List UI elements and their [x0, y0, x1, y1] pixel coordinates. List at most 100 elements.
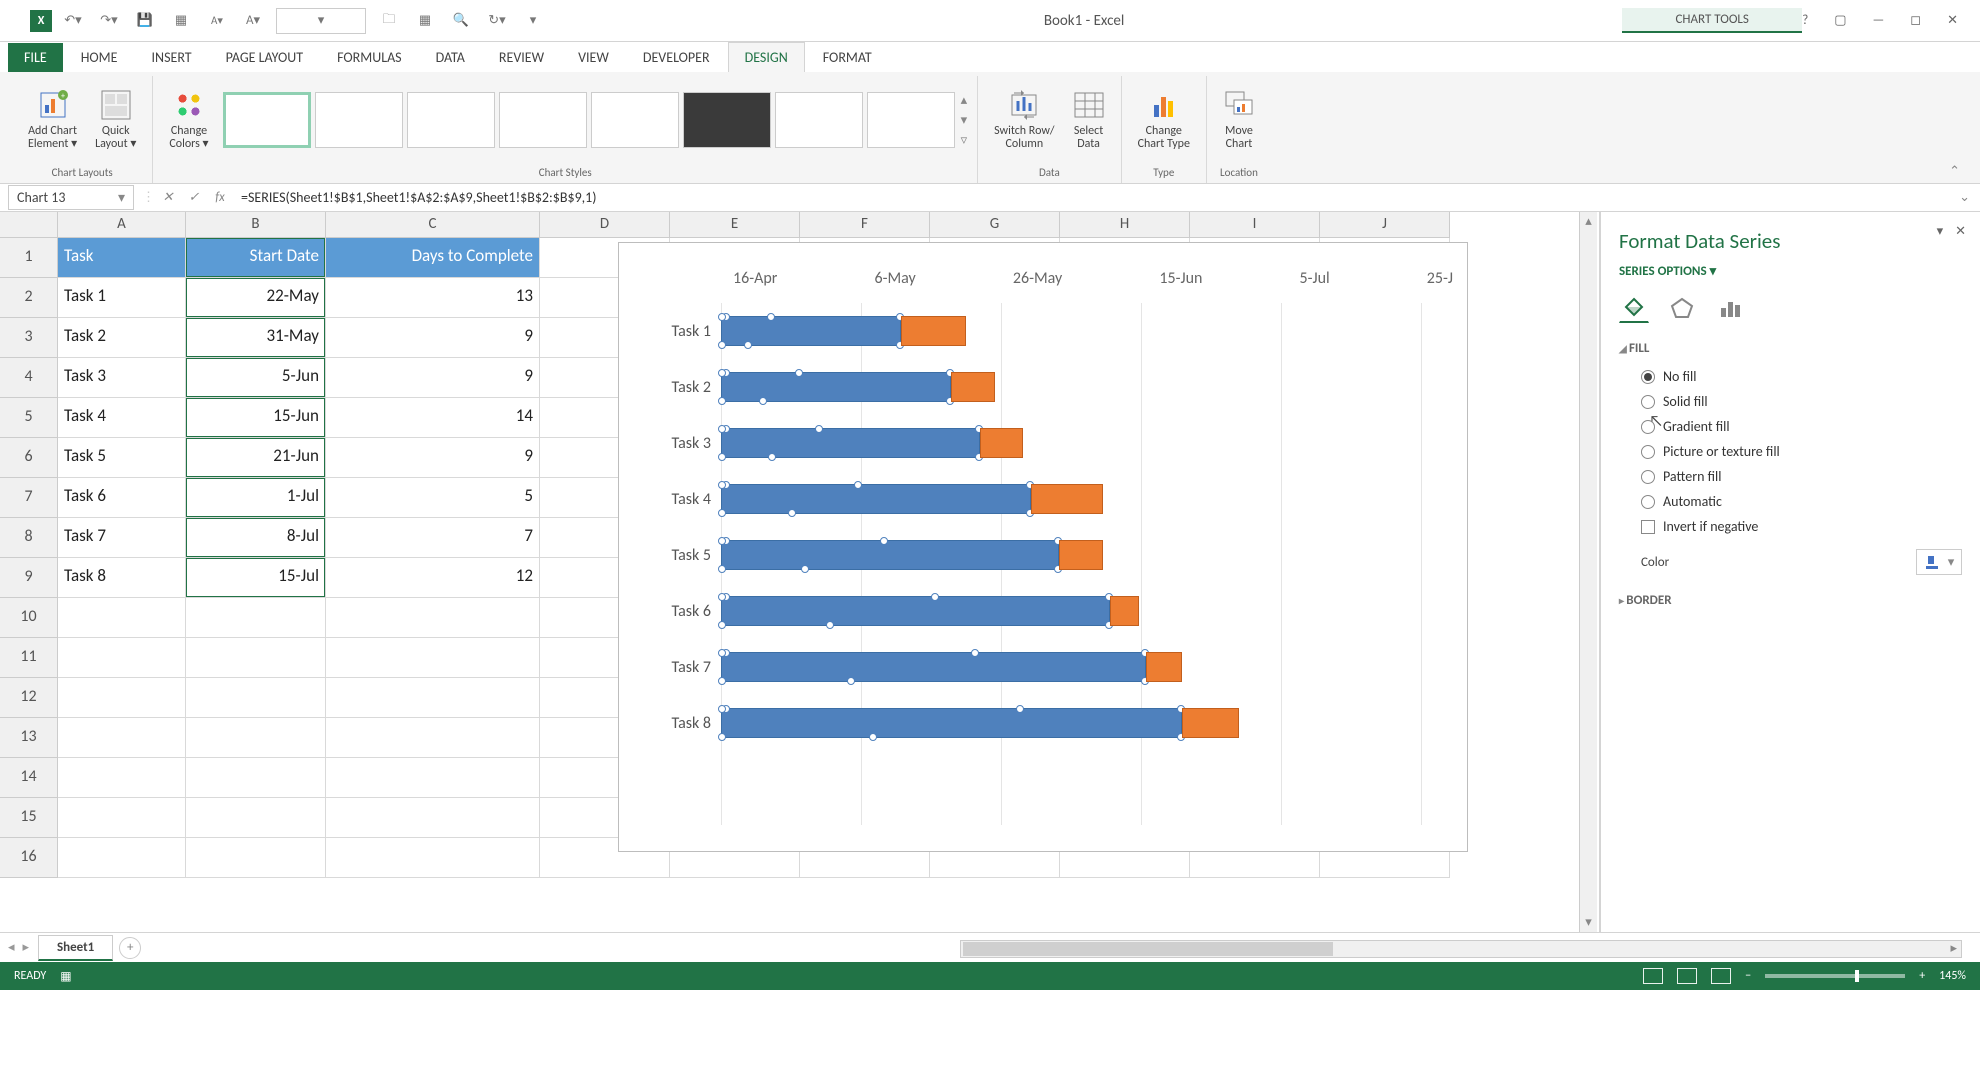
- column-header[interactable]: A: [58, 212, 186, 238]
- column-header[interactable]: D: [540, 212, 670, 238]
- bar-series-duration[interactable]: [1031, 484, 1103, 514]
- bar-series-duration[interactable]: [980, 428, 1023, 458]
- cell[interactable]: 12: [326, 558, 540, 598]
- cell[interactable]: 31-May: [186, 318, 326, 358]
- fill-line-tab-icon[interactable]: [1619, 293, 1649, 323]
- view-page-layout-icon[interactable]: [1677, 968, 1697, 984]
- qat-btn[interactable]: 🔍: [448, 8, 474, 34]
- radio-picture-fill[interactable]: Picture or texture fill: [1619, 439, 1962, 464]
- save-icon[interactable]: 💾: [132, 8, 158, 34]
- radio-gradient-fill[interactable]: Gradient fill: [1619, 414, 1962, 439]
- bar-series-start[interactable]: [721, 316, 901, 346]
- tab-review[interactable]: REVIEW: [483, 43, 560, 72]
- style-scroll-down[interactable]: ▾: [961, 113, 968, 128]
- change-chart-type-button[interactable]: Change Chart Type: [1132, 85, 1196, 155]
- series-options-dropdown[interactable]: SERIES OPTIONS ▾: [1619, 264, 1962, 279]
- cell[interactable]: 8-Jul: [186, 518, 326, 558]
- font-inc-icon[interactable]: A▾: [240, 8, 266, 34]
- radio-automatic-fill[interactable]: Automatic: [1619, 489, 1962, 514]
- row-header[interactable]: 8: [0, 518, 58, 558]
- worksheet-grid[interactable]: ABCDEFGHIJ 1TaskStart DateDays to Comple…: [0, 212, 1600, 932]
- row-header[interactable]: 6: [0, 438, 58, 478]
- change-colors-button[interactable]: Change Colors ▾: [163, 85, 214, 155]
- cell[interactable]: 1-Jul: [186, 478, 326, 518]
- column-header[interactable]: C: [326, 212, 540, 238]
- bar-series-duration[interactable]: [1110, 596, 1139, 626]
- fill-section-header[interactable]: FILL: [1619, 341, 1962, 356]
- cell[interactable]: [186, 718, 326, 758]
- view-page-break-icon[interactable]: [1711, 968, 1731, 984]
- color-picker-button[interactable]: ▾: [1916, 549, 1962, 575]
- bar-series-duration[interactable]: [901, 316, 966, 346]
- cell[interactable]: [326, 758, 540, 798]
- chart-style-thumb[interactable]: [775, 92, 863, 148]
- bar-series-duration[interactable]: [1146, 652, 1182, 682]
- cell[interactable]: 14: [326, 398, 540, 438]
- cell[interactable]: Task 5: [58, 438, 186, 478]
- cell[interactable]: Task 4: [58, 398, 186, 438]
- cell[interactable]: Start Date: [186, 238, 326, 278]
- qat-btn[interactable]: ▦: [412, 8, 438, 34]
- quick-layout-button[interactable]: Quick Layout ▾: [89, 85, 142, 155]
- row-header[interactable]: 15: [0, 798, 58, 838]
- chart-style-thumb[interactable]: [407, 92, 495, 148]
- radio-solid-fill[interactable]: Solid fill: [1619, 389, 1962, 414]
- row-header[interactable]: 3: [0, 318, 58, 358]
- bar-series-duration[interactable]: [1059, 540, 1102, 570]
- cell[interactable]: 7: [326, 518, 540, 558]
- move-chart-button[interactable]: Move Chart: [1217, 85, 1261, 155]
- row-header[interactable]: 1: [0, 238, 58, 278]
- chart-style-thumb[interactable]: [499, 92, 587, 148]
- cell[interactable]: [326, 718, 540, 758]
- tab-page-layout[interactable]: PAGE LAYOUT: [210, 43, 319, 72]
- tab-file[interactable]: FILE: [8, 43, 63, 72]
- undo-icon[interactable]: ↶▾: [60, 8, 86, 34]
- row-header[interactable]: 2: [0, 278, 58, 318]
- cell[interactable]: [326, 838, 540, 878]
- radio-pattern-fill[interactable]: Pattern fill: [1619, 464, 1962, 489]
- cell[interactable]: 13: [326, 278, 540, 318]
- view-normal-icon[interactable]: [1643, 968, 1663, 984]
- cell[interactable]: 9: [326, 438, 540, 478]
- row-header[interactable]: 16: [0, 838, 58, 878]
- row-header[interactable]: 9: [0, 558, 58, 598]
- formula-expand-icon[interactable]: ⌄: [1949, 190, 1980, 205]
- vertical-scrollbar[interactable]: ▴ ▾: [1579, 212, 1597, 932]
- font-dec-icon[interactable]: A▾: [204, 8, 230, 34]
- chart-style-thumb[interactable]: [683, 92, 771, 148]
- bar-series-start[interactable]: [721, 540, 1059, 570]
- select-data-button[interactable]: Select Data: [1067, 85, 1111, 155]
- switch-row-column-button[interactable]: Switch Row/ Column: [988, 85, 1060, 155]
- name-box[interactable]: Chart 13▾: [8, 185, 134, 210]
- pane-close-icon[interactable]: ✕: [1955, 224, 1966, 239]
- bar-series-start[interactable]: [721, 372, 951, 402]
- chart-style-thumb[interactable]: [223, 92, 311, 148]
- cell[interactable]: [58, 678, 186, 718]
- cell[interactable]: [58, 758, 186, 798]
- cell[interactable]: 15-Jul: [186, 558, 326, 598]
- zoom-slider[interactable]: [1765, 974, 1905, 978]
- sheet-nav-prev[interactable]: ◂: [8, 940, 15, 955]
- cell[interactable]: [186, 598, 326, 638]
- cell[interactable]: [58, 718, 186, 758]
- column-header[interactable]: J: [1320, 212, 1450, 238]
- cell[interactable]: [58, 598, 186, 638]
- tab-design[interactable]: DESIGN: [728, 42, 805, 72]
- fx-icon[interactable]: fx: [207, 190, 233, 205]
- zoom-out-icon[interactable]: −: [1745, 969, 1751, 983]
- add-chart-element-button[interactable]: + Add Chart Element ▾: [22, 85, 83, 155]
- ribbon-display-icon[interactable]: ▢: [1834, 13, 1846, 28]
- bar-series-start[interactable]: [721, 484, 1031, 514]
- chart-style-thumb[interactable]: [867, 92, 955, 148]
- cell[interactable]: [326, 798, 540, 838]
- cell[interactable]: 9: [326, 318, 540, 358]
- select-all-corner[interactable]: [0, 212, 58, 238]
- formula-input[interactable]: =SERIES(Sheet1!$B$1,Sheet1!$A$2:$A$9,She…: [233, 186, 1949, 209]
- column-header[interactable]: B: [186, 212, 326, 238]
- cell[interactable]: Task 2: [58, 318, 186, 358]
- tab-insert[interactable]: INSERT: [136, 43, 208, 72]
- cell[interactable]: 21-Jun: [186, 438, 326, 478]
- ribbon-collapse-icon[interactable]: ⌃: [1941, 160, 1968, 183]
- new-sheet-button[interactable]: +: [119, 937, 141, 959]
- bar-series-duration[interactable]: [951, 372, 994, 402]
